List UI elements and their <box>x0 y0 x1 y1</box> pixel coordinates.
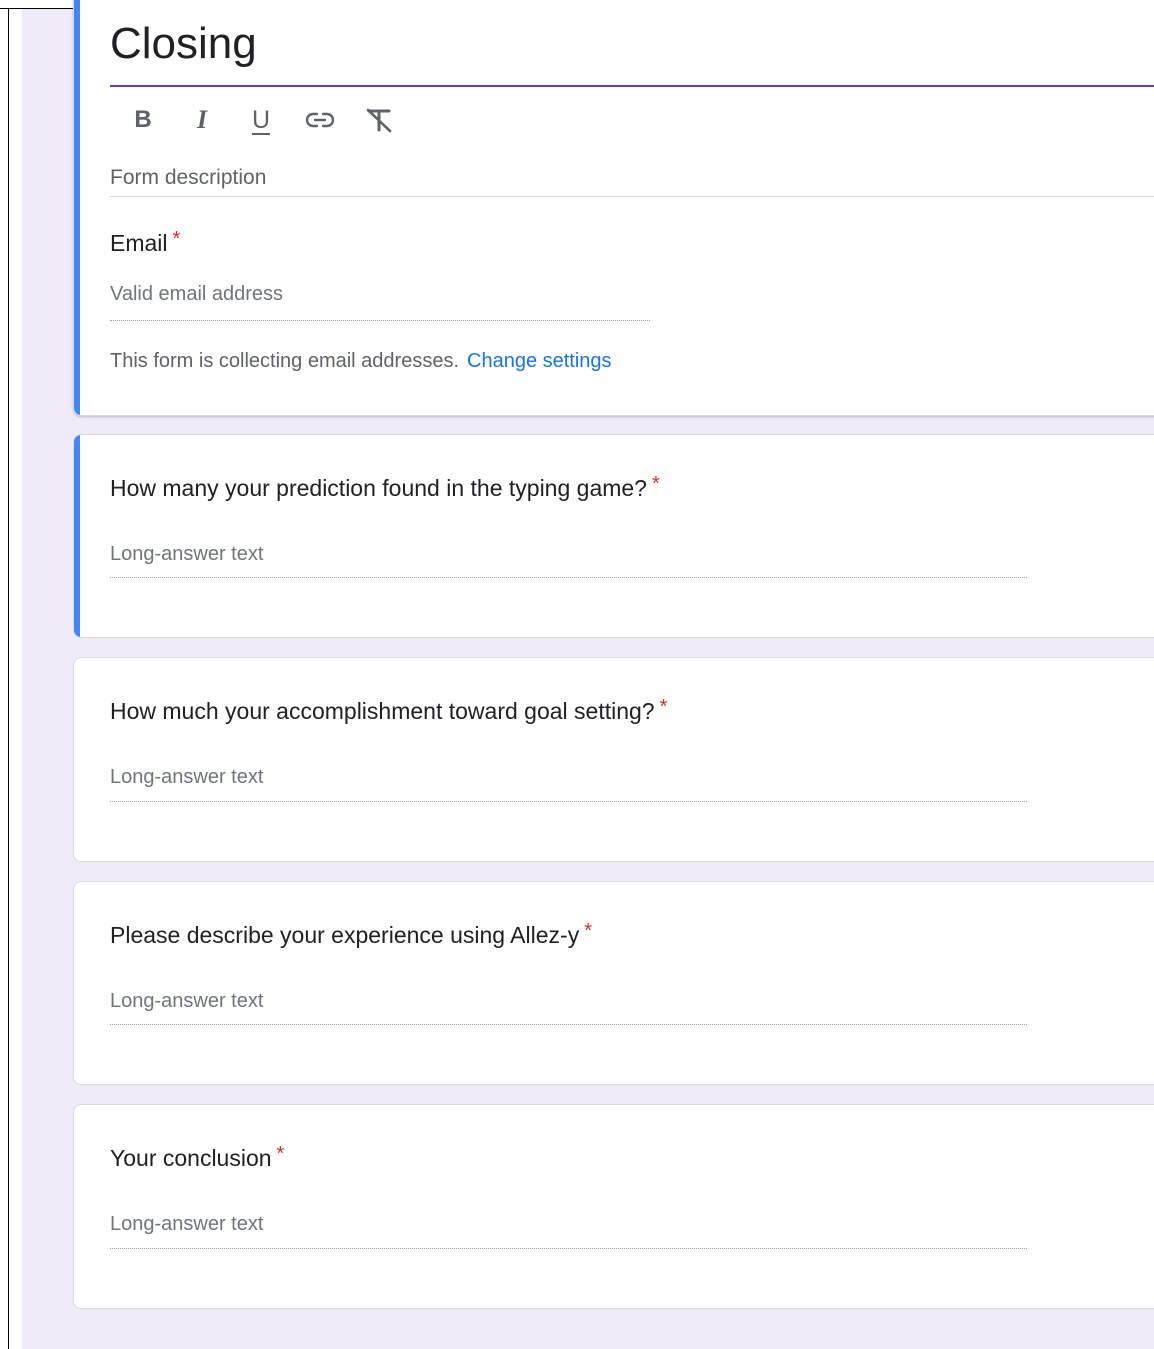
question-title-text: Your conclusion <box>110 1145 272 1171</box>
frame-left-border <box>8 8 9 1349</box>
title-underline <box>110 85 1154 87</box>
form-description-input[interactable]: Form description <box>110 166 266 190</box>
clear-format-icon <box>366 108 392 133</box>
long-answer-input[interactable]: Long-answer text <box>110 990 263 1013</box>
change-settings-link[interactable]: Change settings <box>467 350 612 372</box>
email-field[interactable]: Valid email address <box>110 283 283 306</box>
required-asterisk: * <box>651 473 660 495</box>
email-underline <box>110 320 650 321</box>
question-title-text: Please describe your experience using Al… <box>110 922 580 948</box>
answer-underline <box>110 577 1027 578</box>
question-title-text: How much your accomplishment toward goal… <box>110 698 655 724</box>
long-answer-input[interactable]: Long-answer text <box>110 1213 263 1236</box>
answer-underline <box>110 1024 1027 1025</box>
description-underline <box>110 196 1154 197</box>
question-title: How much your accomplishment toward goal… <box>110 696 668 725</box>
question-title: Please describe your experience using Al… <box>110 920 592 949</box>
question-card-1[interactable]: How many your prediction found in the ty… <box>73 434 1154 638</box>
answer-underline <box>110 1248 1027 1249</box>
question-title: How many your prediction found in the ty… <box>110 473 660 502</box>
underline-icon: U <box>251 105 271 134</box>
format-toolbar: B I U <box>122 100 417 140</box>
italic-button[interactable]: I <box>181 100 223 140</box>
email-label-text: Email <box>110 230 168 256</box>
question-card-3[interactable]: Please describe your experience using Al… <box>73 881 1154 1085</box>
bold-button[interactable]: B <box>122 100 164 140</box>
question-card-2[interactable]: How much your accomplishment toward goal… <box>73 657 1154 862</box>
clear-format-button[interactable] <box>358 100 400 140</box>
italic-icon: I <box>196 105 208 134</box>
email-label: Email * <box>110 228 181 257</box>
answer-underline <box>110 801 1027 802</box>
required-asterisk: * <box>172 228 181 250</box>
form-title-card[interactable]: Closing B I U Form description Email * Va… <box>73 0 1154 416</box>
required-asterisk: * <box>584 920 592 942</box>
question-title: Your conclusion * <box>110 1143 285 1172</box>
question-card-4[interactable]: Your conclusion * Long-answer text <box>73 1104 1154 1309</box>
question-title-text: How many your prediction found in the ty… <box>110 475 647 501</box>
required-asterisk: * <box>659 696 668 718</box>
underline-button[interactable]: U <box>240 100 282 140</box>
bold-icon: B <box>134 106 152 133</box>
required-asterisk: * <box>276 1143 285 1165</box>
link-icon <box>306 112 334 128</box>
email-notice-text: This form is collecting email addresses. <box>110 350 460 372</box>
long-answer-input[interactable]: Long-answer text <box>110 543 263 566</box>
form-title[interactable]: Closing <box>110 18 257 70</box>
link-button[interactable] <box>299 100 341 140</box>
email-collection-notice: This form is collecting email addresses.… <box>110 350 612 373</box>
long-answer-input[interactable]: Long-answer text <box>110 766 263 789</box>
